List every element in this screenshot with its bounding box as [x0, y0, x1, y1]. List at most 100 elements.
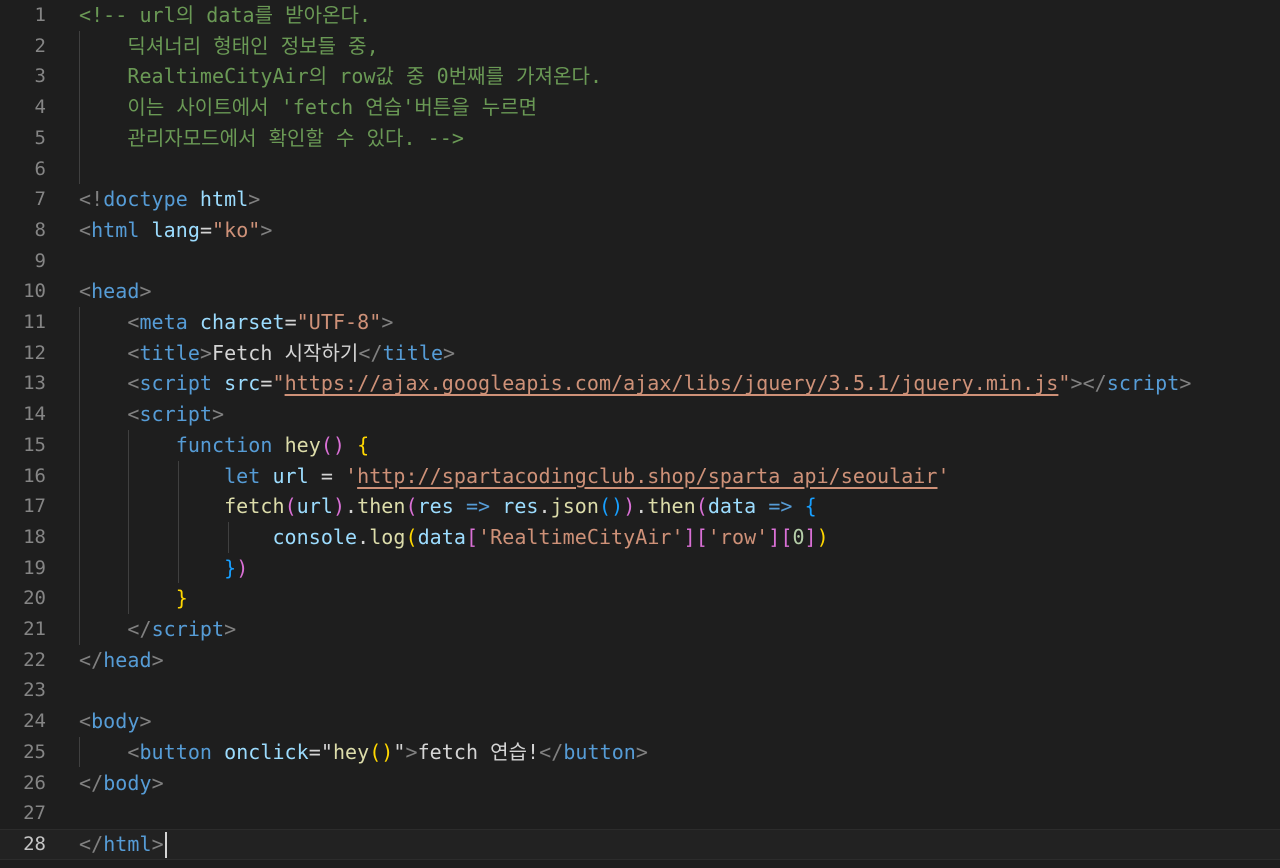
line-number: 24 — [23, 710, 46, 733]
code-line[interactable]: 5 관리자모드에서 확인할 수 있다. --> — [0, 123, 1280, 154]
line-content: </script> — [79, 614, 236, 645]
code-line[interactable]: 9 — [0, 246, 1280, 277]
line-number: 5 — [34, 126, 46, 149]
line-content: <!-- url의 data를 받아온다. — [79, 0, 371, 31]
code-line[interactable]: 26 </body> — [0, 768, 1280, 799]
code-line[interactable]: 10 <head> — [0, 276, 1280, 307]
line-content: <head> — [79, 276, 152, 307]
code-line[interactable]: 6 — [0, 154, 1280, 185]
code-token: 0 — [792, 524, 805, 549]
code-token: hey — [284, 432, 321, 457]
code-token: < — [79, 709, 92, 734]
code-token: html — [103, 831, 152, 856]
code-line[interactable]: 15 function hey() { — [0, 430, 1280, 461]
code-token: } — [175, 586, 188, 611]
code-token: > — [635, 739, 648, 764]
line-content: </html> — [79, 829, 167, 860]
code-editor[interactable]: 1 <!-- url의 data를 받아온다. 2 딕셔너리 형태인 정보들 중, 3… — [0, 0, 1280, 868]
code-token: script — [1106, 371, 1180, 396]
code-token: script — [151, 617, 225, 641]
code-token: </ — [79, 647, 104, 672]
line-content: <body> — [79, 706, 152, 737]
indent-guide — [128, 429, 129, 614]
code-token: then — [647, 494, 696, 519]
line-number: 7 — [34, 188, 46, 211]
line-content: <title>Fetch 시작하기</title> — [79, 338, 455, 369]
code-token: data — [707, 494, 757, 519]
code-token: http://spartacodingclub.shop/sparta_api/… — [357, 463, 938, 488]
code-token: url — [272, 463, 309, 488]
code-token: <! — [79, 187, 104, 212]
code-token: ) — [236, 555, 249, 580]
code-token: Fetch 시작하기 — [212, 340, 359, 365]
code-line[interactable]: 14 <script> — [0, 399, 1280, 430]
code-token: ' — [345, 463, 358, 488]
code-token: > — [151, 647, 164, 672]
code-line[interactable]: 2 딕셔너리 형태인 정보들 중, — [0, 31, 1280, 62]
indent-guide — [228, 521, 229, 553]
code-line[interactable]: 8 <html lang="ko"> — [0, 215, 1280, 246]
line-number: 6 — [34, 157, 46, 180]
code-token: . — [635, 494, 648, 519]
code-line[interactable]: 23 — [0, 675, 1280, 706]
code-line[interactable]: 24 <body> — [0, 706, 1280, 737]
code-token: > — [151, 770, 164, 795]
code-token: console — [272, 524, 358, 549]
code-line[interactable]: 16 let url = 'http://spartacodingclub.sh… — [0, 461, 1280, 492]
line-number: 28 — [23, 832, 46, 855]
code-token: head — [91, 279, 140, 304]
code-token: ) — [623, 494, 636, 519]
code-line[interactable]: 1 <!-- url의 data를 받아온다. — [0, 0, 1280, 31]
code-token: html — [187, 187, 249, 212]
line-number: 19 — [23, 556, 46, 579]
text-cursor — [164, 832, 167, 859]
line-content: function hey() { — [79, 430, 369, 461]
code-token: = — [308, 739, 321, 764]
line-content: let url = 'http://spartacodingclub.shop/… — [79, 461, 950, 492]
code-line[interactable]: 11 <meta charset="UTF-8"> — [0, 307, 1280, 338]
code-line[interactable]: 22 </head> — [0, 645, 1280, 676]
code-token: json — [550, 494, 599, 519]
code-token: button — [139, 739, 213, 764]
code-token: body — [103, 770, 152, 795]
code-token: . — [345, 494, 358, 519]
code-line[interactable]: 27 — [0, 798, 1280, 829]
code-line[interactable]: 21 </script> — [0, 614, 1280, 645]
code-token: " — [320, 739, 333, 764]
code-token: 이는 사이트에서 'fetch 연습'버튼을 누르면 — [79, 95, 538, 120]
code-token: </ — [79, 770, 104, 795]
code-token: < — [79, 279, 92, 304]
code-token: ] — [804, 524, 817, 549]
line-number: 8 — [34, 218, 46, 241]
code-token: ( — [405, 494, 418, 519]
code-line[interactable]: 20 } — [0, 583, 1280, 614]
line-number: 18 — [23, 525, 46, 548]
line-content: 이는 사이트에서 'fetch 연습'버튼을 누르면 — [79, 92, 537, 123]
code-line[interactable]: 17 fetch(url).then(res => res.json()).th… — [0, 491, 1280, 522]
code-line[interactable]: 7 <!doctype html> — [0, 184, 1280, 215]
code-line[interactable]: 28 </html> — [0, 828, 1280, 860]
code-line[interactable]: 18 console.log(data['RealtimeCityAir']['… — [0, 522, 1280, 553]
line-number: 9 — [34, 249, 46, 272]
code-line[interactable]: 19 }) — [0, 553, 1280, 584]
code-token: [ — [695, 524, 708, 549]
code-token: ( — [284, 494, 297, 519]
code-line[interactable]: 12 <title>Fetch 시작하기</title> — [0, 338, 1280, 369]
code-line[interactable]: 25 <button onclick="hey()">fetch 연습!</bu… — [0, 737, 1280, 768]
code-token: <!-- url의 data를 받아온다. — [79, 3, 372, 27]
code-token: ) — [816, 524, 829, 549]
line-content: }) — [79, 553, 248, 584]
code-token: " — [1058, 371, 1071, 396]
code-line[interactable]: 13 <script src="https://ajax.googleapis.… — [0, 368, 1280, 399]
line-content: <meta charset="UTF-8"> — [79, 307, 393, 338]
code-line[interactable]: 3 RealtimeCityAir의 row값 중 0번째를 가져온다. — [0, 61, 1280, 92]
code-token: < — [127, 310, 140, 334]
line-number: 12 — [23, 341, 46, 364]
code-line[interactable]: 4 이는 사이트에서 'fetch 연습'버튼을 누르면 — [0, 92, 1280, 123]
